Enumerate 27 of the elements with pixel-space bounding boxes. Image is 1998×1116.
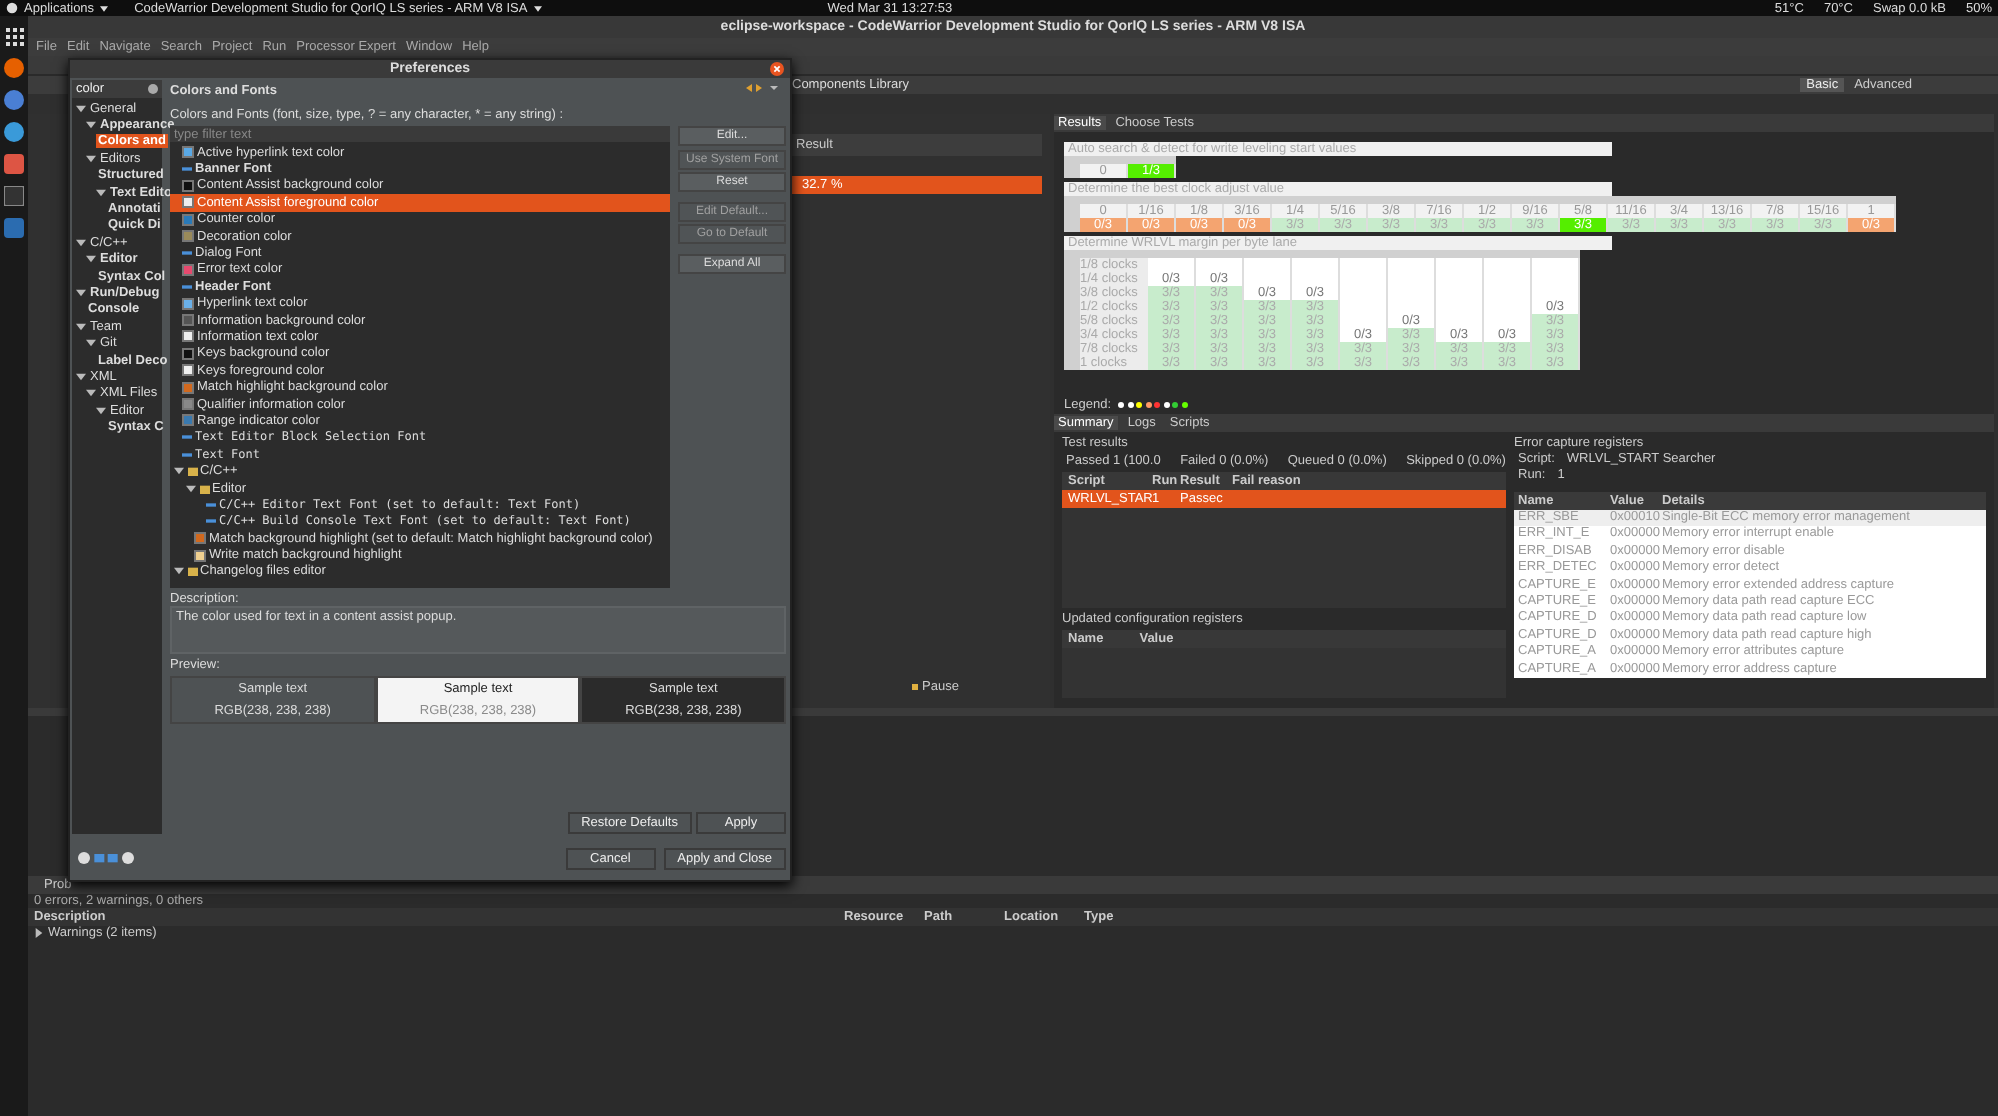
close-icon[interactable]	[770, 62, 784, 76]
caret-icon	[533, 5, 542, 11]
expand-arrow-icon[interactable]	[96, 187, 106, 198]
expand-arrow-icon[interactable]	[86, 388, 96, 399]
font-icon	[182, 250, 192, 257]
terminal-icon[interactable]	[4, 186, 24, 206]
font-icon	[182, 283, 192, 290]
app-grid-icon[interactable]	[5, 28, 23, 46]
expand-arrow-icon[interactable]	[86, 153, 96, 164]
expand-arrow-icon[interactable]	[86, 338, 96, 349]
expand-arrow-icon[interactable]	[34, 928, 44, 938]
expand-arrow-icon[interactable]	[86, 120, 96, 131]
expand-arrow-icon[interactable]	[76, 321, 86, 332]
caret-icon	[100, 5, 109, 11]
folder-icon	[187, 566, 197, 577]
clear-icon[interactable]	[148, 84, 158, 94]
expand-arrow-icon[interactable]	[86, 254, 96, 265]
expand-arrow-icon[interactable]	[186, 483, 196, 493]
expand-arrow-icon[interactable]	[76, 103, 86, 114]
app-icon[interactable]	[4, 218, 24, 238]
expand-arrow-icon[interactable]	[96, 405, 106, 416]
expand-arrow-icon[interactable]	[76, 237, 86, 248]
expand-arrow-icon[interactable]	[76, 371, 86, 382]
font-icon	[182, 166, 192, 173]
expand-arrow-icon[interactable]	[76, 287, 86, 298]
expand-arrow-icon[interactable]	[174, 466, 184, 477]
expand-arrow-icon[interactable]	[174, 566, 184, 577]
